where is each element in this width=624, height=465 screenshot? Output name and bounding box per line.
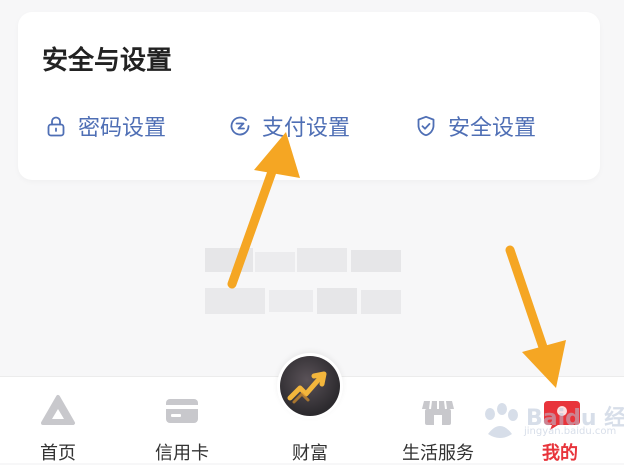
store-icon bbox=[416, 389, 460, 433]
tab-mine[interactable]: 我的 bbox=[530, 377, 590, 464]
arrow-to-mine-tab bbox=[505, 245, 566, 388]
wealth-growth-icon bbox=[277, 353, 343, 419]
tab-mine-label: 我的 bbox=[542, 443, 578, 464]
security-options-row: 密码设置 支付设置 安全设置 bbox=[44, 108, 584, 144]
security-settings-card: 安全与设置 密码设置 支付设置 安全设置 bbox=[18, 12, 600, 180]
tab-life-services[interactable]: 生活服务 bbox=[386, 377, 490, 464]
tab-credit-card-label: 信用卡 bbox=[155, 443, 209, 464]
section-title: 安全与设置 bbox=[42, 46, 173, 76]
payment-settings-button[interactable]: 支付设置 bbox=[228, 108, 350, 144]
security-settings-label: 安全设置 bbox=[448, 116, 537, 141]
user-badge-icon bbox=[542, 397, 582, 431]
shield-check-icon bbox=[414, 114, 438, 138]
password-settings-label: 密码设置 bbox=[78, 116, 167, 141]
credit-card-icon bbox=[160, 389, 204, 433]
lock-icon bbox=[44, 114, 68, 138]
password-settings-button[interactable]: 密码设置 bbox=[44, 108, 166, 144]
payment-settings-label: 支付设置 bbox=[262, 116, 351, 141]
tab-home-label: 首页 bbox=[40, 443, 76, 464]
redacted-content bbox=[205, 248, 401, 318]
home-triangle-icon bbox=[36, 389, 80, 433]
tab-home[interactable]: 首页 bbox=[22, 377, 94, 464]
bottom-tab-bar: 首页 信用卡 财富 生活服务 我的 bbox=[0, 353, 624, 464]
payment-icon bbox=[228, 114, 252, 138]
tab-life-services-label: 生活服务 bbox=[402, 443, 474, 464]
security-settings-button[interactable]: 安全设置 bbox=[414, 108, 536, 144]
tab-credit-card[interactable]: 信用卡 bbox=[140, 377, 224, 464]
tab-wealth[interactable]: 财富 bbox=[260, 353, 360, 464]
tab-wealth-label: 财富 bbox=[292, 443, 328, 464]
